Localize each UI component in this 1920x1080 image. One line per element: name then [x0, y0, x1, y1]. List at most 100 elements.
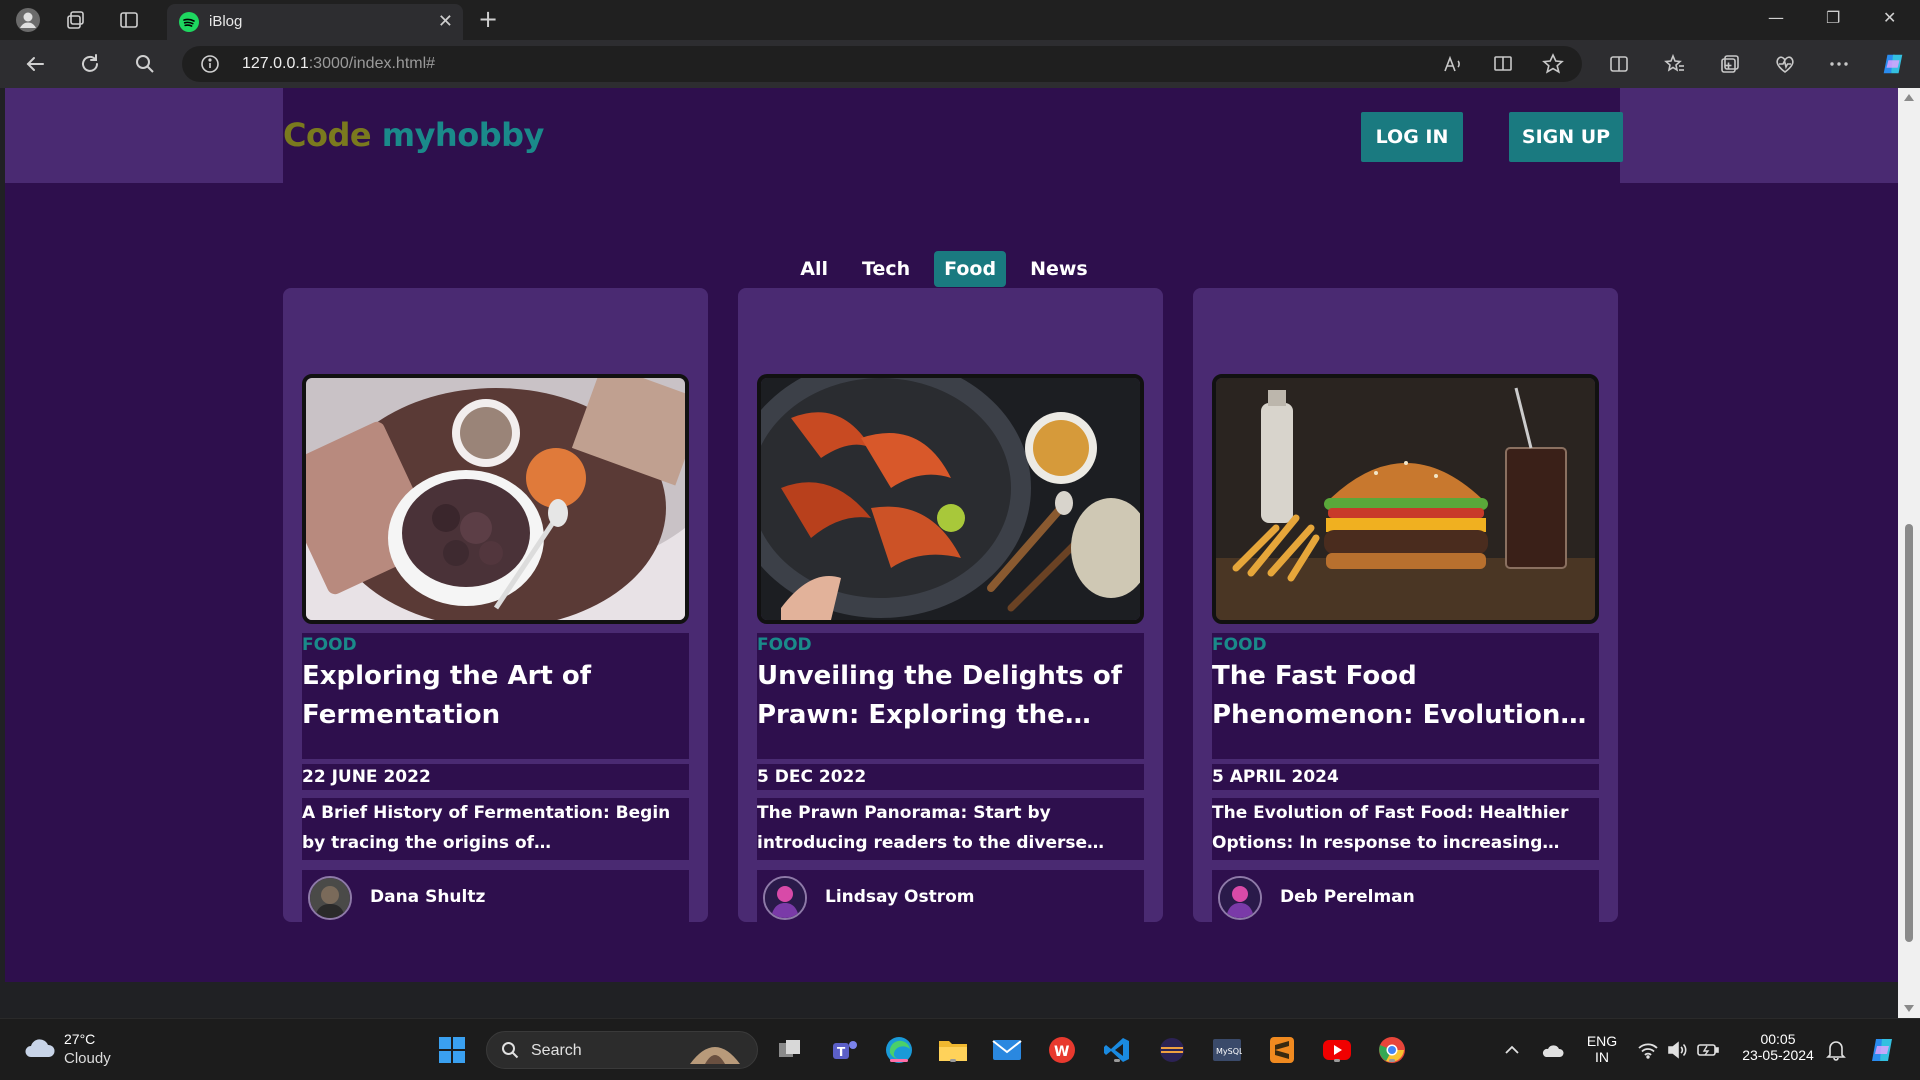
refresh-icon[interactable]	[77, 51, 103, 77]
site-header: Code myhobby LOG IN SIGN UP	[283, 88, 1623, 183]
filter-news[interactable]: News	[1020, 251, 1098, 287]
avatar	[1218, 876, 1262, 920]
tab-actions-icon[interactable]	[115, 6, 143, 34]
sublime-text-icon[interactable]	[1266, 1034, 1298, 1066]
close-window-icon[interactable]: ✕	[1883, 8, 1896, 27]
favorites-icon[interactable]	[1662, 51, 1688, 77]
post-category: FOOD	[1212, 633, 1599, 655]
cloudy-weather-icon[interactable]	[22, 1035, 56, 1063]
signup-button[interactable]: SIGN UP	[1509, 112, 1623, 162]
post-title-text: Exploring the Art of Fermentation	[302, 661, 592, 730]
show-hidden-icons-icon[interactable]	[1496, 1034, 1528, 1066]
copilot-icon[interactable]	[1880, 51, 1906, 77]
site-header-band: Code myhobby LOG IN SIGN UP	[5, 88, 1898, 183]
search-icon[interactable]	[132, 51, 158, 77]
burger-fries-image[interactable]	[1212, 374, 1599, 624]
author-name: Lindsay Ostrom	[825, 887, 975, 907]
search-label: Search	[531, 1042, 582, 1059]
svg-text:W: W	[1054, 1044, 1069, 1060]
weather-temperature[interactable]: 27°C	[64, 1031, 95, 1047]
post-title[interactable]: The Fast Food Phenomenon: Evolution and …	[1212, 655, 1599, 759]
post-description: The Prawn Panorama: Start by introducing…	[757, 798, 1144, 860]
task-view-icon[interactable]	[774, 1034, 806, 1066]
page-viewport: Code myhobby LOG IN SIGN UP All Tech Foo…	[5, 88, 1898, 1018]
chrome-icon[interactable]	[1376, 1034, 1408, 1066]
post-date: 5 DEC 2022	[757, 764, 1144, 790]
login-button[interactable]: LOG IN	[1361, 112, 1463, 162]
mysql-workbench-icon[interactable]: MySQL	[1211, 1034, 1243, 1066]
region-code: IN	[1595, 1049, 1609, 1065]
mail-icon[interactable]	[991, 1034, 1023, 1066]
page-footer	[5, 982, 1898, 1018]
taskbar-search[interactable]: Search	[486, 1031, 758, 1069]
scroll-up-arrow-icon[interactable]	[1904, 94, 1914, 101]
avatar	[763, 876, 807, 920]
post-date: 5 APRIL 2024	[1212, 764, 1599, 790]
favorite-star-icon[interactable]	[1540, 51, 1566, 77]
address-bar[interactable]: 127.0.0.1:3000/index.html#	[182, 46, 1582, 82]
post-card[interactable]: FOOD Exploring the Art of Fermentation 2…	[283, 288, 708, 926]
close-tab-icon[interactable]: ✕	[438, 11, 453, 32]
battery-charging-icon[interactable]	[1692, 1034, 1724, 1066]
copilot-taskbar-icon[interactable]	[1866, 1034, 1898, 1066]
logo-word-1: Code	[283, 116, 372, 154]
eclipse-icon[interactable]	[1156, 1034, 1188, 1066]
grilled-prawns-image[interactable]	[757, 374, 1144, 624]
post-title-text: Unveiling the Delights of Prawn: Explori…	[757, 661, 1123, 730]
collections-icon[interactable]	[1717, 51, 1743, 77]
svg-text:T: T	[837, 1045, 846, 1059]
windows-start-icon[interactable]	[436, 1034, 468, 1066]
running-app-indicator	[1114, 1059, 1120, 1062]
active-app-indicator	[890, 1059, 908, 1062]
browser-tab-bar: iBlog ✕ + — ❐ ✕	[0, 0, 1920, 40]
post-author[interactable]: Lindsay Ostrom	[757, 870, 1144, 926]
post-author[interactable]: Dana Shultz	[302, 870, 689, 926]
vscode-icon[interactable]	[1101, 1034, 1133, 1066]
clock-time: 00:05	[1760, 1031, 1796, 1047]
site-info-icon[interactable]	[200, 54, 220, 78]
profile-icon[interactable]	[14, 6, 42, 34]
scroll-down-arrow-icon[interactable]	[1904, 1005, 1914, 1012]
post-title[interactable]: Unveiling the Delights of Prawn: Explori…	[757, 655, 1144, 759]
restore-icon[interactable]: ❐	[1826, 8, 1840, 27]
more-options-icon[interactable]	[1826, 51, 1852, 77]
avatar	[308, 876, 352, 920]
volume-icon[interactable]	[1662, 1034, 1694, 1066]
clock[interactable]: 00:05 23-05-2024	[1736, 1031, 1820, 1063]
post-card[interactable]: FOOD The Fast Food Phenomenon: Evolution…	[1193, 288, 1618, 926]
post-title[interactable]: Exploring the Art of Fermentation	[302, 655, 689, 759]
back-icon[interactable]	[22, 51, 48, 77]
split-screen-icon[interactable]	[1606, 51, 1632, 77]
new-tab-icon[interactable]: +	[478, 5, 498, 33]
file-explorer-icon[interactable]	[937, 1034, 969, 1066]
notifications-bell-icon[interactable]	[1820, 1034, 1852, 1066]
post-date: 22 JUNE 2022	[302, 764, 689, 790]
chocolate-cereal-bowl-image[interactable]	[302, 374, 689, 624]
post-card[interactable]: FOOD Unveiling the Delights of Prawn: Ex…	[738, 288, 1163, 926]
language-indicator[interactable]: ENG IN	[1584, 1033, 1620, 1065]
wifi-icon[interactable]	[1632, 1034, 1664, 1066]
filter-food[interactable]: Food	[934, 251, 1007, 287]
onedrive-cloud-icon[interactable]	[1536, 1034, 1568, 1066]
post-author[interactable]: Deb Perelman	[1212, 870, 1599, 926]
weather-condition[interactable]: Cloudy	[64, 1050, 111, 1067]
language-code: ENG	[1586, 1033, 1618, 1049]
post-description: A Brief History of Fermentation: Begin b…	[302, 798, 689, 860]
filter-all[interactable]: All	[790, 251, 838, 287]
teams-icon[interactable]: T	[829, 1034, 861, 1066]
tab-iblog[interactable]: iBlog ✕	[167, 4, 463, 40]
browser-essentials-icon[interactable]	[1772, 51, 1798, 77]
filter-tech[interactable]: Tech	[852, 251, 920, 287]
immersive-reader-icon[interactable]	[1490, 51, 1516, 77]
youtube-icon[interactable]	[1321, 1034, 1353, 1066]
site-logo[interactable]: Code myhobby	[283, 116, 544, 154]
minimize-icon[interactable]: —	[1768, 8, 1784, 27]
read-aloud-icon[interactable]	[1440, 51, 1466, 77]
edge-browser-icon[interactable]	[883, 1034, 915, 1066]
post-category: FOOD	[302, 633, 689, 655]
url-text[interactable]: 127.0.0.1:3000/index.html#	[242, 55, 435, 73]
wps-office-icon[interactable]: W	[1046, 1034, 1078, 1066]
page-scrollbar[interactable]	[1898, 88, 1920, 1018]
workspaces-icon[interactable]	[62, 6, 90, 34]
scrollbar-thumb[interactable]	[1905, 524, 1913, 942]
